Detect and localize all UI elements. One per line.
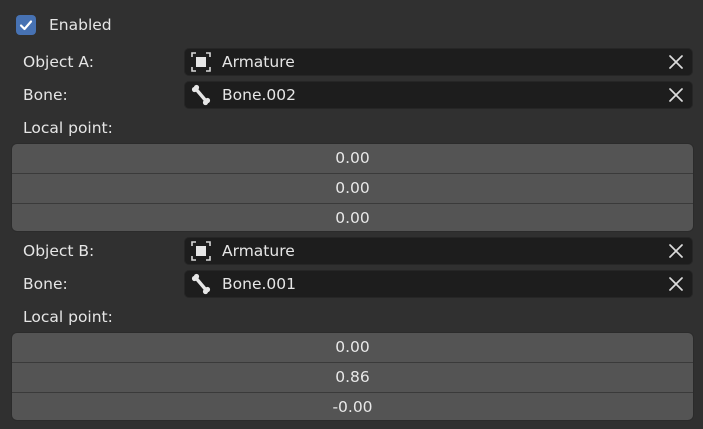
object-a-clear-icon[interactable] — [664, 50, 688, 74]
local-point-a-x[interactable]: 0.00 — [12, 144, 693, 174]
enabled-label: Enabled — [49, 16, 112, 34]
bone-a-value: Bone.002 — [222, 86, 296, 104]
object-a-label: Object A: — [23, 53, 94, 71]
enabled-row[interactable]: Enabled — [16, 14, 112, 36]
local-point-b-vector: 0.00 0.86 -0.00 — [11, 332, 694, 421]
enabled-checkbox[interactable] — [16, 15, 36, 35]
local-point-b-z[interactable]: -0.00 — [12, 393, 693, 420]
local-point-a-vector: 0.00 0.00 0.00 — [11, 143, 694, 232]
bone-b-field[interactable]: Bone.001 — [184, 270, 693, 298]
object-a-field[interactable]: Armature — [184, 48, 693, 76]
object-b-value: Armature — [222, 242, 295, 260]
bone-a-label: Bone: — [23, 86, 68, 104]
object-b-field[interactable]: Armature — [184, 237, 693, 265]
local-point-b-y[interactable]: 0.86 — [12, 363, 693, 393]
local-point-a-y[interactable]: 0.00 — [12, 174, 693, 204]
bone-b-label: Bone: — [23, 275, 68, 293]
bone-icon — [190, 84, 212, 106]
object-a-value: Armature — [222, 53, 295, 71]
local-point-b-label: Local point: — [23, 308, 113, 326]
bone-b-clear-icon[interactable] — [664, 272, 688, 296]
local-point-b-x[interactable]: 0.00 — [12, 333, 693, 363]
bone-b-value: Bone.001 — [222, 275, 296, 293]
object-icon — [190, 240, 212, 262]
local-point-a-z[interactable]: 0.00 — [12, 204, 693, 231]
object-b-clear-icon[interactable] — [664, 239, 688, 263]
object-icon — [190, 51, 212, 73]
local-point-a-label: Local point: — [23, 119, 113, 137]
bone-a-clear-icon[interactable] — [664, 83, 688, 107]
checkmark-icon — [19, 20, 33, 31]
bone-a-field[interactable]: Bone.002 — [184, 81, 693, 109]
bone-icon — [190, 273, 212, 295]
object-b-label: Object B: — [23, 242, 95, 260]
